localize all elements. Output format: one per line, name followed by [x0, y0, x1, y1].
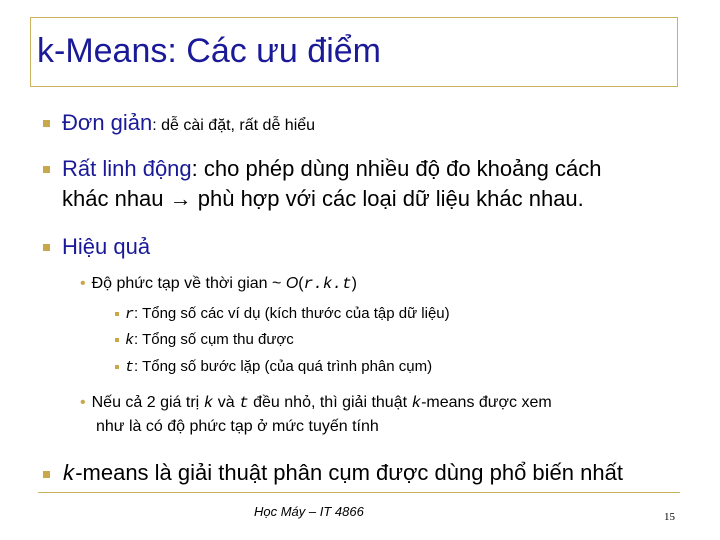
sub-linear-text-2: và [213, 394, 240, 411]
sub-linear-text-4: -means được xem [421, 394, 552, 411]
bullet-marker [43, 471, 50, 478]
sub-complexity: • Độ phức tạp về thời gian ~ O(r.k.t) [80, 275, 357, 293]
title-box: k-Means: Các ưu điểm [30, 17, 678, 87]
bullet-marker [43, 166, 50, 173]
sub-sub-marker [115, 338, 119, 343]
footer-rule [38, 492, 680, 493]
bullet-flexible-line2: khác nhau → phù hợp với các loại dữ liệu… [62, 186, 584, 211]
var-r: r [125, 306, 135, 323]
sub-k: k: Tổng số cụm thu được [115, 331, 294, 349]
bullet-simple-text: : dễ cài đặt, rất dễ hiểu [152, 117, 316, 134]
sub-linear-text-3: đều nhỏ, thì giải thuật [248, 394, 412, 411]
sub-linear-line2: như là có độ phức tạp ở mức tuyến tính [96, 418, 379, 435]
sub-sub-marker [115, 365, 119, 370]
var-t-text: : Tổng số bước lặp (của quá trình phân c… [134, 358, 433, 375]
var-k-popular: k [62, 462, 76, 487]
var-k-inline-2: k [411, 394, 422, 412]
slide-title: k-Means: Các ưu điểm [37, 32, 381, 70]
sub-bullet-dot: • [80, 275, 86, 292]
sub-t: t: Tổng số bước lặp (của quá trình phân … [115, 358, 432, 376]
sub-r: r: Tổng số các ví dụ (kích thước của tập… [115, 305, 450, 323]
bullet-marker [43, 244, 50, 251]
bullet-efficient-head: Hiệu quả [62, 234, 151, 259]
var-k: k [125, 332, 135, 349]
bullet-popular: k-means là giải thuật phân cụm được dùng… [62, 460, 623, 487]
footer-text: Học Máy – IT 4866 [254, 504, 364, 519]
sub-linear: • Nếu cả 2 giá trị k và t đều nhỏ, thì gi… [80, 394, 552, 412]
var-k-inline: k [203, 394, 214, 412]
page-number: 15 [664, 511, 675, 523]
bullet-marker [43, 120, 50, 127]
bullet-simple: Đơn giản: dễ cài đặt, rất dễ hiểu [62, 110, 315, 136]
sub-linear-text-1: Nếu cả 2 giá trị [91, 394, 204, 411]
complexity-formula: r.k.t [303, 275, 352, 293]
sub-sub-marker [115, 312, 119, 317]
bullet-flexible-head: Rất linh động [62, 156, 192, 181]
bullet-simple-head: Đơn giản [62, 110, 153, 135]
var-r-text: : Tổng số các ví dụ (kích thước của tập … [134, 305, 450, 322]
big-o: O [285, 275, 299, 292]
bullet-flexible: Rất linh động: cho phép dùng nhiều độ đo… [62, 156, 601, 182]
sub-bullet-dot: • [80, 394, 86, 411]
sub-complexity-text: Độ phức tạp về thời gian ~ [91, 275, 286, 292]
var-k-text: : Tổng số cụm thu được [134, 331, 294, 348]
var-t-inline: t [239, 394, 249, 412]
var-t: t [125, 359, 135, 376]
bullet-flexible-text: : cho phép dùng nhiều độ đo khoảng cách [191, 156, 602, 181]
bullet-popular-text: -means là giải thuật phân cụm được dùng … [75, 460, 623, 485]
